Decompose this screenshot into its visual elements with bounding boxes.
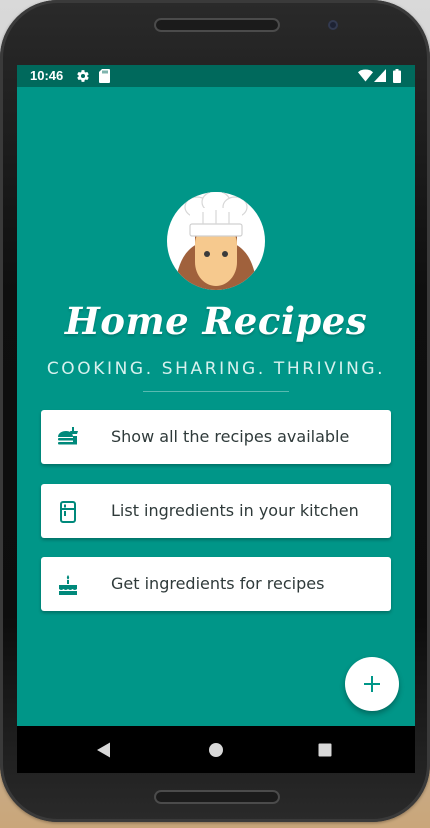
- nav-back-button[interactable]: [74, 726, 134, 773]
- home-icon: [209, 742, 223, 757]
- navigation-bar: [17, 726, 415, 773]
- status-time: 10:46: [30, 68, 64, 83]
- cake-icon: [57, 574, 79, 596]
- device-frame: 10:46 Home Recipes COOKING. SHARING. THR…: [0, 0, 430, 822]
- battery-icon: [393, 69, 401, 86]
- recents-icon: [318, 743, 332, 756]
- bottom-speaker: [154, 790, 280, 804]
- chef-avatar: [167, 192, 265, 290]
- food-icon: [57, 427, 79, 449]
- add-fab-button[interactable]: [345, 657, 399, 711]
- signal-icon: [374, 69, 386, 85]
- wifi-icon: [358, 69, 373, 85]
- top-speaker: [154, 18, 280, 32]
- list-ingredients-button[interactable]: List ingredients in your kitchen: [41, 484, 391, 538]
- back-icon: [97, 742, 110, 757]
- show-recipes-button[interactable]: Show all the recipes available: [41, 410, 391, 464]
- fridge-icon: [57, 501, 79, 523]
- get-ingredients-button[interactable]: Get ingredients for recipes: [41, 557, 391, 611]
- sd-card-icon: [99, 69, 110, 86]
- title-divider: [143, 391, 289, 392]
- list-ingredients-label: List ingredients in your kitchen: [111, 501, 359, 520]
- show-recipes-label: Show all the recipes available: [111, 427, 350, 446]
- front-camera: [328, 20, 338, 30]
- app-screen: 10:46 Home Recipes COOKING. SHARING. THR…: [17, 65, 415, 773]
- gear-icon: [76, 69, 90, 86]
- get-ingredients-label: Get ingredients for recipes: [111, 574, 325, 593]
- app-subtitle: COOKING. SHARING. THRIVING.: [46, 359, 386, 379]
- app-title: Home Recipes: [64, 299, 368, 343]
- status-bar: 10:46: [17, 65, 415, 87]
- add-icon: [364, 676, 380, 692]
- nav-home-button[interactable]: [186, 726, 246, 773]
- nav-recents-button[interactable]: [295, 726, 355, 773]
